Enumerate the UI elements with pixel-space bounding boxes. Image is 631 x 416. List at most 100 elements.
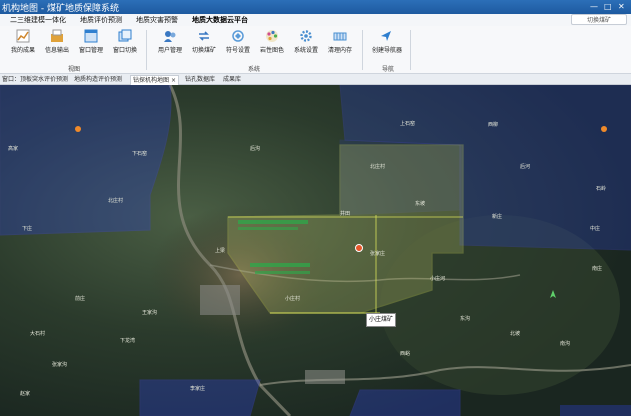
map-label: 北庄村 — [370, 164, 386, 170]
tool-label: 窗口切换 — [112, 47, 137, 54]
tool-label: 岩性图色 — [259, 47, 284, 54]
map-label: 上石窑 — [400, 121, 416, 127]
tool-label: 切换煤矿 — [191, 47, 216, 54]
menu-bar: 二三维建模一体化 地质评价预测 地质灾害预警 地质大数据云平台 切换煤矿 — [0, 14, 631, 26]
window-manage-button[interactable]: 窗口管理 — [77, 29, 105, 59]
palette-icon — [266, 30, 278, 42]
mine-name-callout: 小庄煤矿 — [366, 313, 396, 327]
doc-tab-label: 钻探机构地图 — [133, 77, 170, 84]
symbol-icon — [232, 30, 244, 42]
group-separator — [146, 30, 147, 70]
map-label: 下石窑 — [132, 151, 148, 157]
tool-label: 窗口管理 — [78, 47, 103, 54]
town-area — [305, 370, 345, 384]
gear-icon — [300, 30, 312, 42]
working-face[interactable] — [238, 227, 298, 230]
map-label: 石岭 — [596, 186, 607, 192]
close-icon[interactable]: ✕ — [618, 2, 625, 11]
map-label: 井田 — [340, 211, 351, 217]
map-label: 小庄河 — [430, 276, 446, 282]
tool-label: 符号设置 — [225, 47, 250, 54]
mine-boundary-region — [0, 85, 172, 236]
my-results-button[interactable]: 我的成果 — [9, 29, 37, 59]
map-label: 中庄 — [590, 226, 601, 232]
system-settings-button[interactable]: 系统设置 — [292, 29, 320, 59]
location-marker[interactable] — [75, 126, 81, 132]
doc-tab-roof-water[interactable]: 窗口：顶板突水评价预测 — [0, 75, 70, 84]
map-label: 西峪 — [400, 351, 411, 357]
navigator-icon — [381, 31, 391, 41]
map-label: 东坡 — [415, 201, 426, 207]
minimize-icon[interactable]: — — [590, 2, 598, 11]
maximize-icon[interactable]: □ — [604, 2, 612, 11]
map-label: 高家 — [8, 146, 19, 152]
map-label: 李家庄 — [190, 386, 206, 392]
map-label: 赵家 — [20, 391, 31, 397]
map-label: 上梁 — [215, 248, 226, 254]
town-area — [200, 285, 240, 315]
mine-boundary-region — [349, 389, 461, 416]
map-label: 王家沟 — [142, 310, 158, 316]
ribbon-toolbar: 我的成果 信息输出 窗口管理 窗口切换 用户管理 切换煤矿 符号设置 岩性图色 … — [0, 26, 631, 74]
map-label: 张家沟 — [52, 362, 68, 368]
doc-tab-structure[interactable]: 地质构造评价预测 — [72, 75, 124, 84]
tool-label: 信息输出 — [44, 47, 69, 54]
tool-label: 创建导航器 — [372, 47, 403, 54]
location-marker[interactable] — [601, 126, 607, 132]
working-face[interactable] — [238, 220, 308, 224]
working-face[interactable] — [250, 263, 310, 267]
memory-icon — [333, 32, 347, 41]
mine-boundary-region — [560, 405, 631, 416]
window-icon — [84, 29, 98, 43]
group-label-navigation: 导航 — [382, 66, 395, 73]
window-switch-icon — [118, 29, 132, 42]
document-tab-bar: 窗口：顶板突水评价预测 地质构造评价预测 钻探机构地图 × 钻孔数据库 成果库 — [0, 74, 631, 85]
map-label: 前庄 — [75, 296, 86, 302]
window-switch-button[interactable]: 窗口切换 — [111, 29, 139, 59]
close-tab-icon[interactable]: × — [171, 77, 176, 84]
map-label: 东沟 — [460, 316, 471, 322]
clear-memory-button[interactable]: 清理内存 — [326, 29, 354, 59]
tool-label: 清理内存 — [327, 47, 352, 54]
doc-tab-borehole-map[interactable]: 钻探机构地图 × — [130, 75, 179, 85]
user-manage-button[interactable]: 用户管理 — [156, 29, 184, 59]
map-label: 张家庄 — [370, 251, 386, 257]
map-canvas — [0, 85, 631, 416]
working-face[interactable] — [255, 271, 310, 274]
group-separator — [410, 30, 411, 70]
map-label: 小庄村 — [285, 296, 301, 302]
info-export-button[interactable]: 信息输出 — [43, 29, 71, 59]
map-label: 后河 — [520, 164, 531, 170]
title-bar: 机构地图 - 煤矿地质保障系统 — □ ✕ — [0, 0, 631, 14]
map-label: 大石村 — [30, 331, 46, 337]
switch-mine-icon — [199, 31, 209, 41]
menu-tab-bigdata[interactable]: 地质大数据云平台 — [192, 15, 248, 25]
export-icon — [51, 29, 63, 42]
mine-location-marker[interactable] — [355, 244, 363, 252]
tool-label: 我的成果 — [10, 47, 35, 54]
chart-icon — [16, 29, 30, 43]
doc-tab-results[interactable]: 成果库 — [221, 75, 243, 84]
doc-tab-borehole-db[interactable]: 钻孔数据库 — [183, 75, 217, 84]
symbol-settings-button[interactable]: 符号设置 — [224, 29, 252, 59]
map-label: 南沟 — [560, 341, 571, 347]
switch-mine-button[interactable]: 切换煤矿 — [571, 14, 627, 25]
lithology-color-button[interactable]: 岩性图色 — [258, 29, 286, 59]
map-label: 下庄 — [22, 226, 33, 232]
map-label: 北庄村 — [108, 198, 124, 204]
group-separator — [362, 30, 363, 70]
map-label: 下龙湾 — [120, 338, 136, 344]
tool-label: 用户管理 — [157, 47, 182, 54]
menu-tab-disaster[interactable]: 地质灾害预警 — [136, 15, 178, 25]
create-navigator-button[interactable]: 创建导航器 — [372, 29, 403, 59]
menu-tab-evaluation[interactable]: 地质评价预测 — [80, 15, 122, 25]
map-label: 南庄 — [592, 266, 603, 272]
switch-mine-tool-button[interactable]: 切换煤矿 — [190, 29, 218, 59]
menu-tab-modeling[interactable]: 二三维建模一体化 — [10, 15, 66, 25]
map-label: 新庄 — [492, 214, 503, 220]
tool-label: 系统设置 — [293, 47, 318, 54]
satellite-map[interactable]: 小庄煤矿 下庄 北庄村 小庄村 张家庄 下石窑 北庄村 上石窑 西柳 东坡 井田… — [0, 85, 631, 416]
group-label-system: 系统 — [248, 66, 261, 73]
map-label: 北坡 — [510, 331, 521, 337]
map-label: 后沟 — [250, 146, 261, 152]
